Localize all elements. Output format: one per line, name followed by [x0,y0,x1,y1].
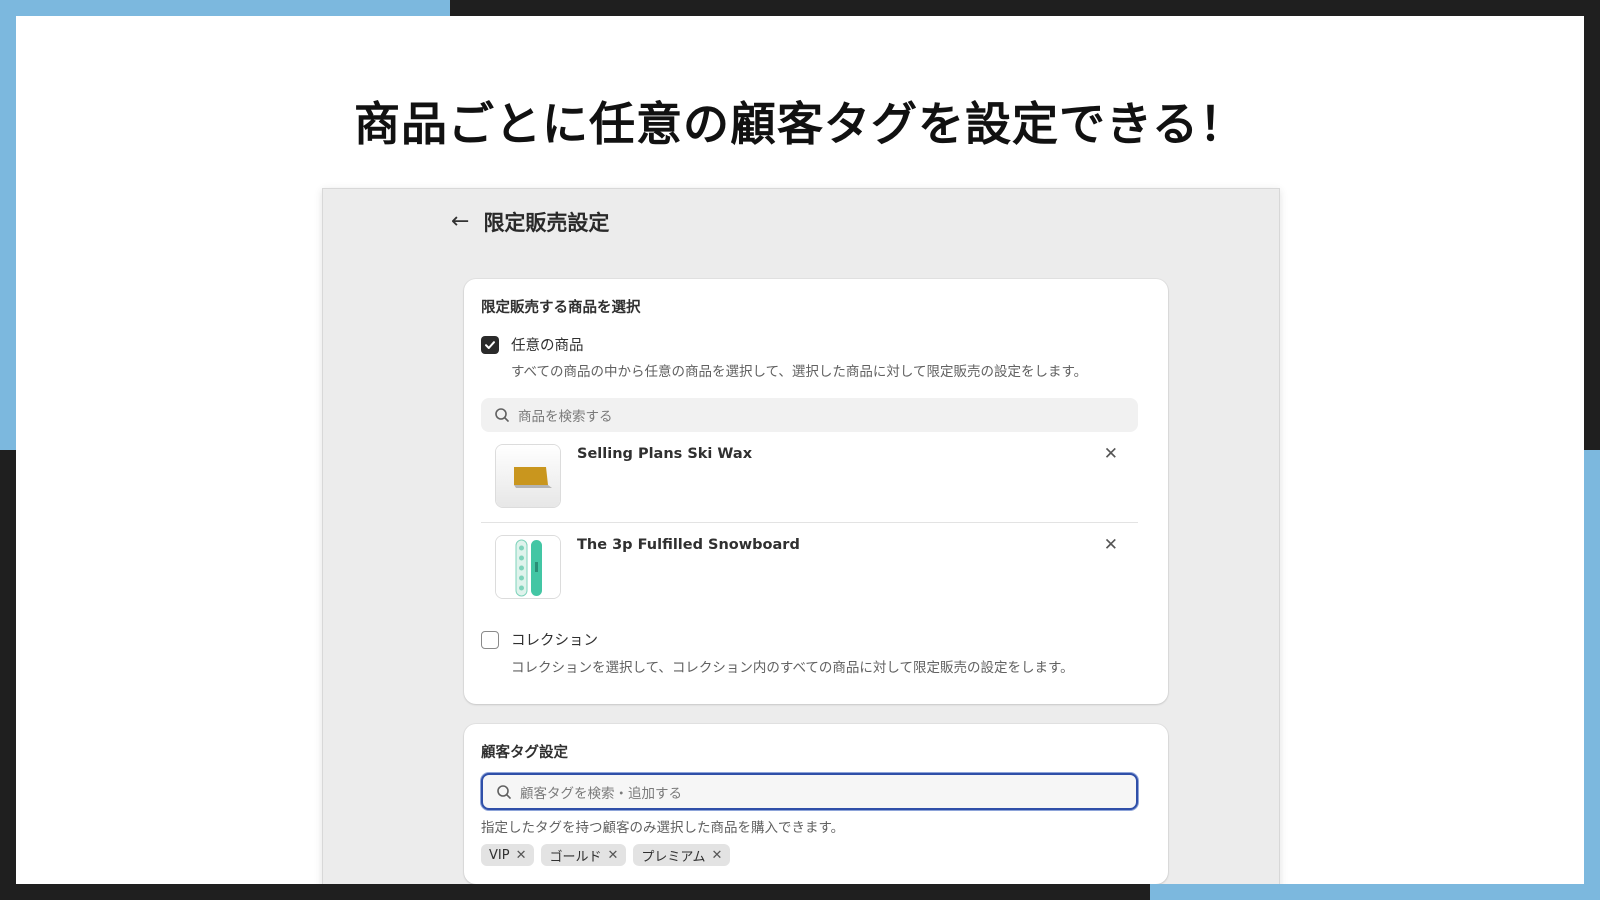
collection-label: コレクション [511,633,598,649]
search-icon [495,408,509,422]
tag-chip: プレミアム ✕ [633,844,731,866]
close-icon[interactable]: ✕ [1104,444,1118,464]
product-name: The 3p Fulfilled Snowboard [577,537,800,553]
product-name: Selling Plans Ski Wax [577,446,753,462]
search-placeholder: 商品を検索する [518,409,613,425]
page-title: 限定販売設定 [483,211,610,235]
tag-label: ゴールド [549,849,602,865]
product-selection-card: 限定販売する商品を選択 任意の商品 すべての商品の中から任意の商品を選択して、選… [464,279,1168,704]
collection-checkbox[interactable] [481,630,499,649]
search-icon [497,784,511,799]
collection-help: コレクションを選択して、コレクション内のすべての商品に対して限定販売の設定をしま… [511,660,1074,676]
slide-headline: 商品ごとに任意の顧客タグを設定できる！ [353,97,1247,151]
any-products-help: すべての商品の中から任意の商品を選択して、選択した商品に対して限定販売の設定をし… [511,364,1088,380]
product-thumbnail-ski-wax [495,444,561,508]
tag-chip: VIP ✕ [481,844,535,866]
tag-label: VIP [489,847,510,863]
any-products-label: 任意の商品 [511,338,584,354]
customer-tag-card: 顧客タグ設定 顧客タグを検索・追加する 指定したタグを持つ顧客のみ選択した商品を… [464,724,1168,884]
app-window: ← 限定販売設定 限定販売する商品を選択 任意の商品 すべての商品の中から任意の… [322,188,1280,884]
customer-tag-help: 指定したタグを持つ顧客のみ選択した商品を購入できます。 [481,820,845,836]
any-products-checkbox[interactable] [481,335,499,354]
collection-option[interactable]: コレクション [481,629,598,650]
page-header: ← 限定販売設定 [451,207,609,237]
slide: 商品ごとに任意の顧客タグを設定できる！ ← 限定販売設定 限定販売する商品を選択… [16,16,1584,884]
product-thumbnail-snowboard [495,535,561,599]
customer-tag-search-input[interactable]: 顧客タグを検索・追加する [481,773,1138,810]
close-icon[interactable]: ✕ [712,848,723,863]
checkmark-icon [485,340,495,349]
close-icon[interactable]: ✕ [516,848,527,863]
arrow-left-icon[interactable]: ← [451,211,469,233]
product-row: The 3p Fulfilled Snowboard ✕ [481,522,1138,612]
tag-label: プレミアム [641,849,706,865]
close-icon[interactable]: ✕ [608,848,619,863]
close-icon[interactable]: ✕ [1104,535,1118,555]
tag-list: VIP ✕ ゴールド ✕ プレミアム ✕ [481,844,731,866]
search-placeholder: 顧客タグを検索・追加する [520,785,682,802]
product-search-input[interactable]: 商品を検索する [481,398,1138,432]
any-products-option[interactable]: 任意の商品 [481,334,584,355]
tag-chip: ゴールド ✕ [541,844,627,866]
card-heading: 限定販売する商品を選択 [481,300,641,316]
product-row: Selling Plans Ski Wax ✕ [481,432,1138,522]
card-heading: 顧客タグ設定 [481,745,568,761]
